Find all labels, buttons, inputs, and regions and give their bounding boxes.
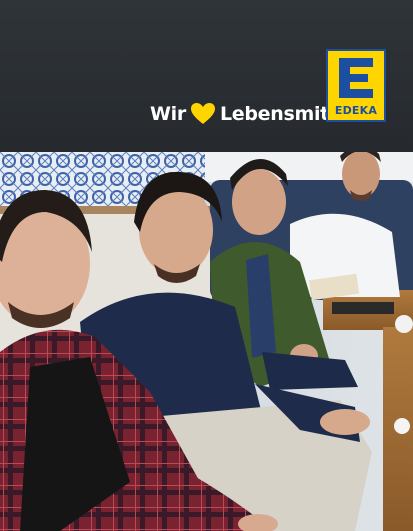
edeka-logo: EDEKA <box>326 49 386 122</box>
slogan-text-pre: Wir <box>150 103 186 125</box>
brand-banner: Wir Lebensmittel. EDEKA <box>0 0 413 152</box>
logo-e-mark <box>333 55 379 101</box>
heart-icon <box>190 103 215 124</box>
promo-image: Wir Lebensmittel. EDEKA <box>0 0 413 531</box>
group-photo <box>0 152 413 531</box>
logo-wordmark: EDEKA <box>334 104 378 117</box>
